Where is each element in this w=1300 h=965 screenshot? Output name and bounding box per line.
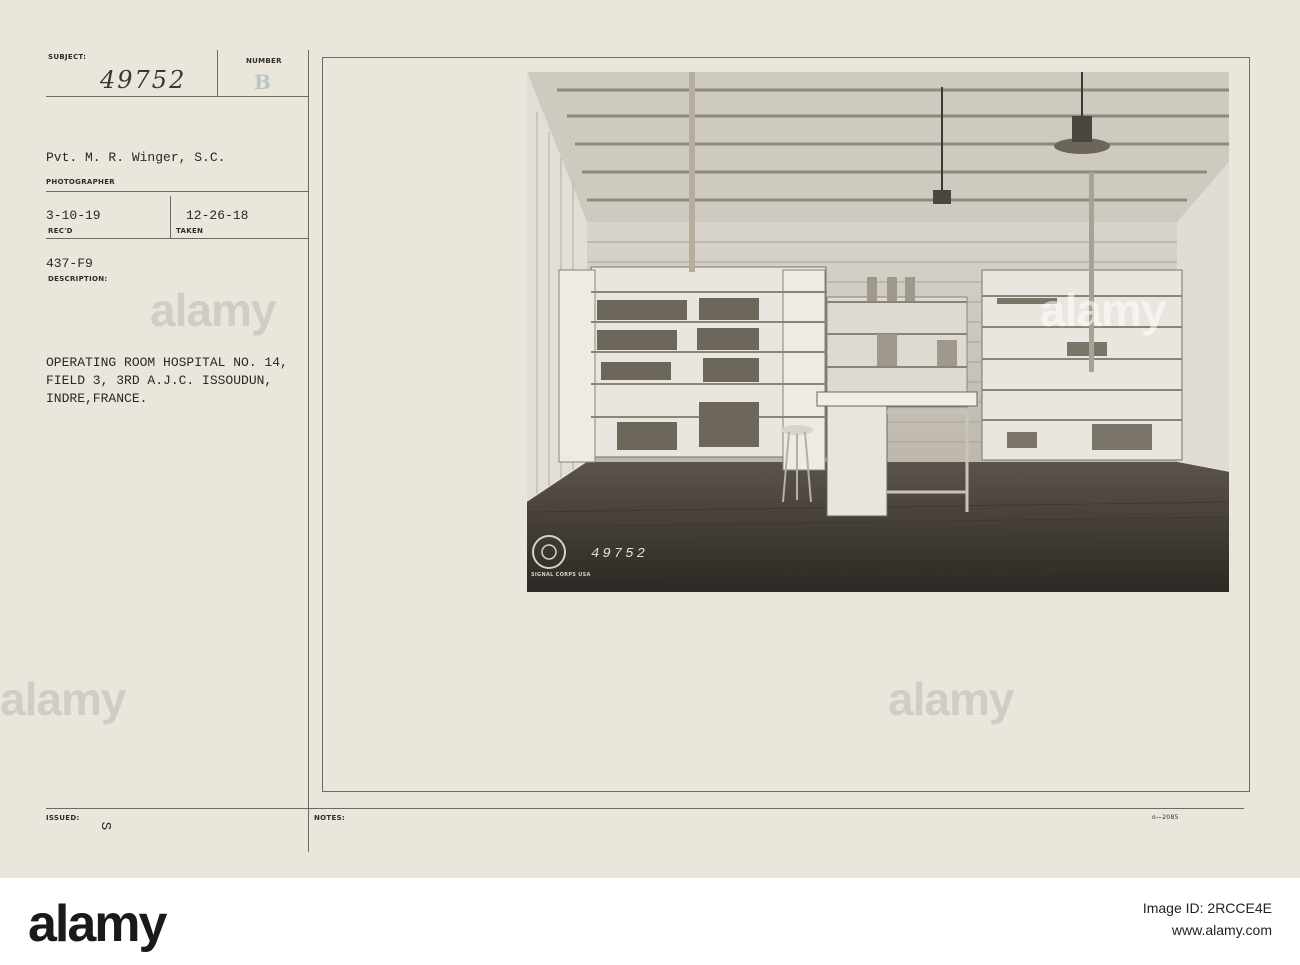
description-line-1: OPERATING ROOM HOSPITAL NO. 14, [46, 355, 288, 370]
file-code: 437-F9 [46, 256, 93, 271]
photographer-underline [46, 191, 308, 192]
description-label: DESCRIPTION: [48, 275, 108, 283]
subject-number-divider [217, 50, 218, 96]
notes-label: NOTES: [314, 814, 346, 822]
subject-label: SUBJECT: [48, 53, 87, 61]
bottom-rule [46, 808, 1244, 809]
footer-logo[interactable]: alamy [28, 894, 167, 954]
issued-label: ISSUED: [46, 814, 80, 822]
footer-site[interactable]: www.alamy.com [1172, 922, 1272, 938]
stock-footer [0, 878, 1300, 965]
number-label: NUMBER [246, 57, 282, 65]
subject-underline [46, 96, 308, 97]
left-column-border [308, 50, 309, 852]
form-code: o—2085 [1152, 814, 1179, 821]
issued-mark: S [97, 821, 114, 831]
subject-number: 49752 [100, 66, 187, 94]
description-line-2: FIELD 3, 3RD A.J.C. ISSOUDUN, [46, 373, 273, 388]
archive-card: SUBJECT: 49752 NUMBER B Pvt. M. R. Winge… [0, 0, 1300, 878]
date-divider [170, 196, 171, 238]
received-date: 3-10-19 [46, 208, 101, 223]
received-label: REC'D [48, 227, 73, 235]
description-line-3: INDRE,FRANCE. [46, 391, 148, 406]
watermark-2: alamy [1040, 284, 1166, 336]
taken-label: TAKEN [176, 227, 204, 235]
signal-corps-seal-text: SIGNAL CORPS USA [531, 572, 591, 578]
footer-image-id: Image ID: 2RCCE4E [1142, 900, 1272, 916]
taken-date: 12-26-18 [186, 208, 249, 223]
watermark-4: alamy [888, 673, 1014, 725]
photographer-label: PHOTOGRAPHER [46, 178, 115, 186]
photo-negative-number: 49752 [591, 546, 649, 562]
dates-underline [46, 238, 308, 239]
photographer-name: Pvt. M. R. Winger, S.C. [46, 150, 226, 165]
number-stamp: B [254, 70, 271, 94]
watermark-1: alamy [150, 284, 276, 336]
watermark-3: alamy [0, 673, 126, 725]
